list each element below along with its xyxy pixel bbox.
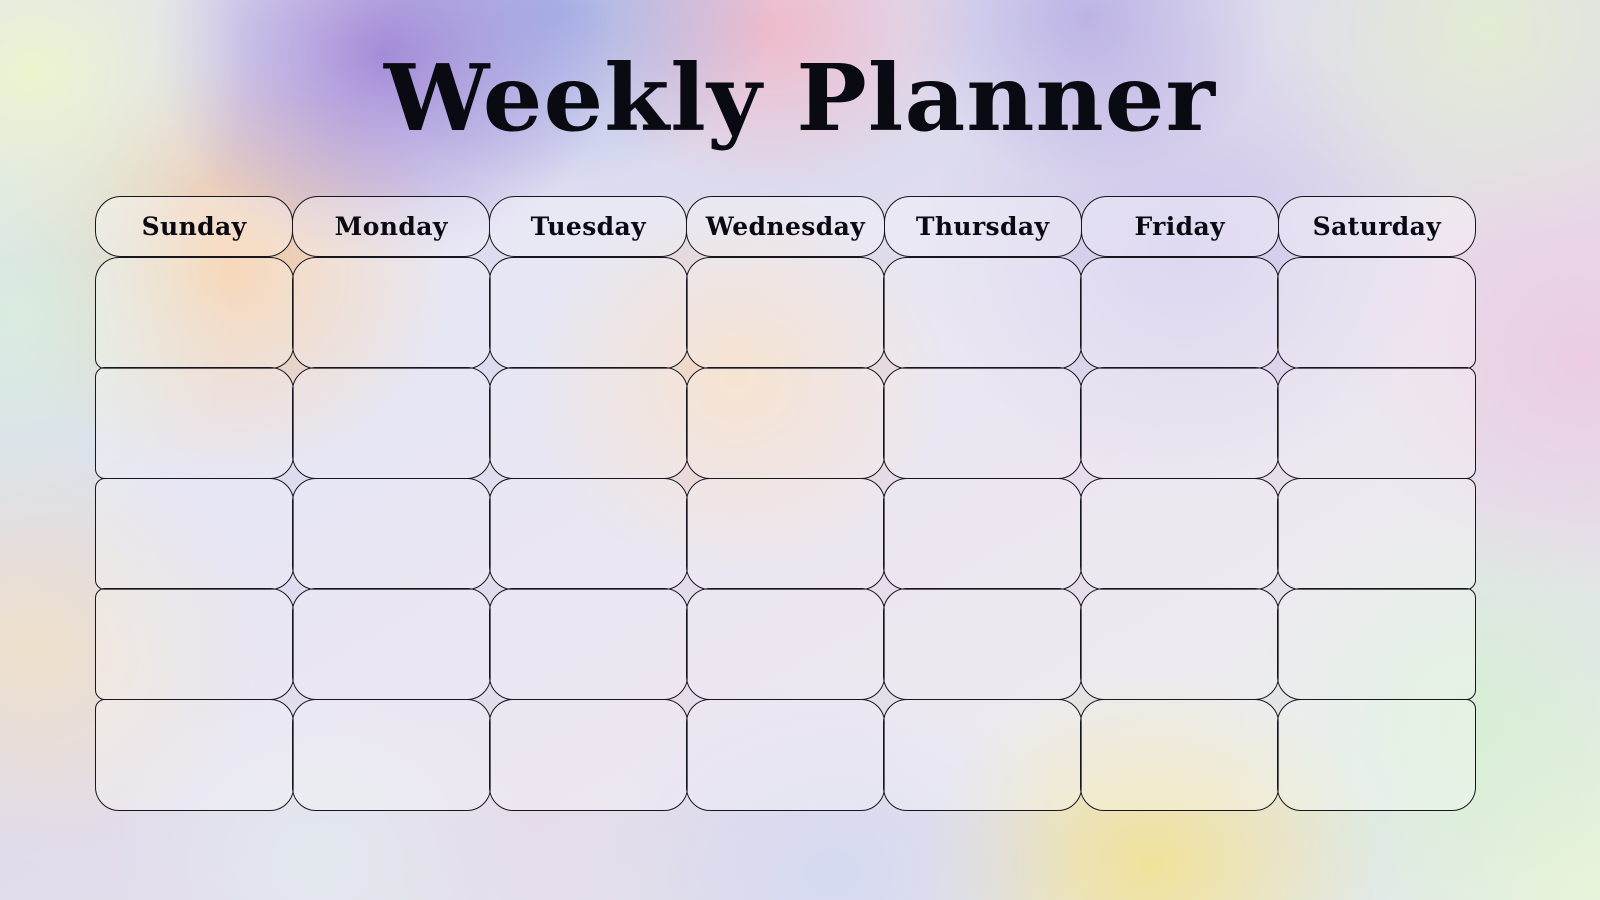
- day-header-label: Thursday: [915, 212, 1050, 241]
- planner-row: [95, 367, 1477, 480]
- weekly-planner-grid: Sunday Monday Tuesday Wednesday Thursday…: [95, 196, 1477, 811]
- planner-cell-thursday-3[interactable]: [883, 477, 1082, 590]
- planner-cell-sunday-1[interactable]: [95, 257, 294, 369]
- planner-cell-wednesday-1[interactable]: [686, 257, 885, 369]
- planner-cell-saturday-1[interactable]: [1277, 257, 1477, 369]
- day-header-saturday[interactable]: Saturday: [1277, 196, 1476, 257]
- planner-row: [95, 477, 1477, 590]
- day-header-label: Monday: [334, 212, 448, 241]
- day-header-thursday[interactable]: Thursday: [883, 196, 1082, 257]
- planner-cell-monday-2[interactable]: [292, 367, 491, 480]
- planner-cell-thursday-2[interactable]: [883, 367, 1082, 480]
- planner-cell-friday-5[interactable]: [1080, 698, 1279, 811]
- planner-cell-friday-4[interactable]: [1080, 588, 1279, 701]
- planner-cell-saturday-3[interactable]: [1277, 477, 1477, 590]
- planner-cell-tuesday-3[interactable]: [489, 477, 688, 590]
- planner-cell-sunday-5[interactable]: [95, 698, 294, 811]
- planner-cell-tuesday-1[interactable]: [489, 257, 688, 369]
- day-header-monday[interactable]: Monday: [292, 196, 491, 257]
- planner-row: [95, 698, 1477, 811]
- planner-row: [95, 257, 1477, 369]
- day-header-label: Tuesday: [530, 212, 647, 241]
- planner-cell-sunday-2[interactable]: [95, 367, 294, 480]
- planner-cell-monday-3[interactable]: [292, 477, 491, 590]
- planner-cell-thursday-5[interactable]: [883, 698, 1082, 811]
- planner-cell-friday-1[interactable]: [1080, 257, 1279, 369]
- planner-cell-wednesday-2[interactable]: [686, 367, 885, 480]
- planner-cell-wednesday-5[interactable]: [686, 698, 885, 811]
- planner-cell-monday-5[interactable]: [292, 698, 491, 811]
- planner-body: [95, 257, 1477, 811]
- day-header-row: Sunday Monday Tuesday Wednesday Thursday…: [95, 196, 1476, 257]
- planner-cell-tuesday-5[interactable]: [489, 698, 688, 811]
- planner-cell-saturday-4[interactable]: [1277, 588, 1477, 701]
- day-header-sunday[interactable]: Sunday: [95, 196, 294, 257]
- day-header-wednesday[interactable]: Wednesday: [686, 196, 885, 257]
- planner-cell-wednesday-4[interactable]: [686, 588, 885, 701]
- planner-cell-wednesday-3[interactable]: [686, 477, 885, 590]
- planner-cell-tuesday-4[interactable]: [489, 588, 688, 701]
- planner-cell-friday-2[interactable]: [1080, 367, 1279, 480]
- day-header-label: Wednesday: [705, 212, 866, 241]
- planner-cell-sunday-4[interactable]: [95, 588, 294, 701]
- planner-cell-thursday-4[interactable]: [883, 588, 1082, 701]
- planner-row: [95, 588, 1477, 701]
- planner-cell-monday-1[interactable]: [292, 257, 491, 369]
- planner-cell-monday-4[interactable]: [292, 588, 491, 701]
- day-header-friday[interactable]: Friday: [1080, 196, 1279, 257]
- planner-cell-thursday-1[interactable]: [883, 257, 1082, 369]
- planner-cell-sunday-3[interactable]: [95, 477, 294, 590]
- planner-cell-saturday-2[interactable]: [1277, 367, 1477, 480]
- day-header-label: Friday: [1134, 212, 1226, 241]
- planner-cell-tuesday-2[interactable]: [489, 367, 688, 480]
- planner-cell-friday-3[interactable]: [1080, 477, 1279, 590]
- day-header-label: Saturday: [1312, 212, 1442, 241]
- planner-cell-saturday-5[interactable]: [1277, 698, 1477, 811]
- page-title: Weekly Planner: [384, 44, 1216, 152]
- day-header-tuesday[interactable]: Tuesday: [489, 196, 688, 257]
- day-header-label: Sunday: [141, 212, 247, 241]
